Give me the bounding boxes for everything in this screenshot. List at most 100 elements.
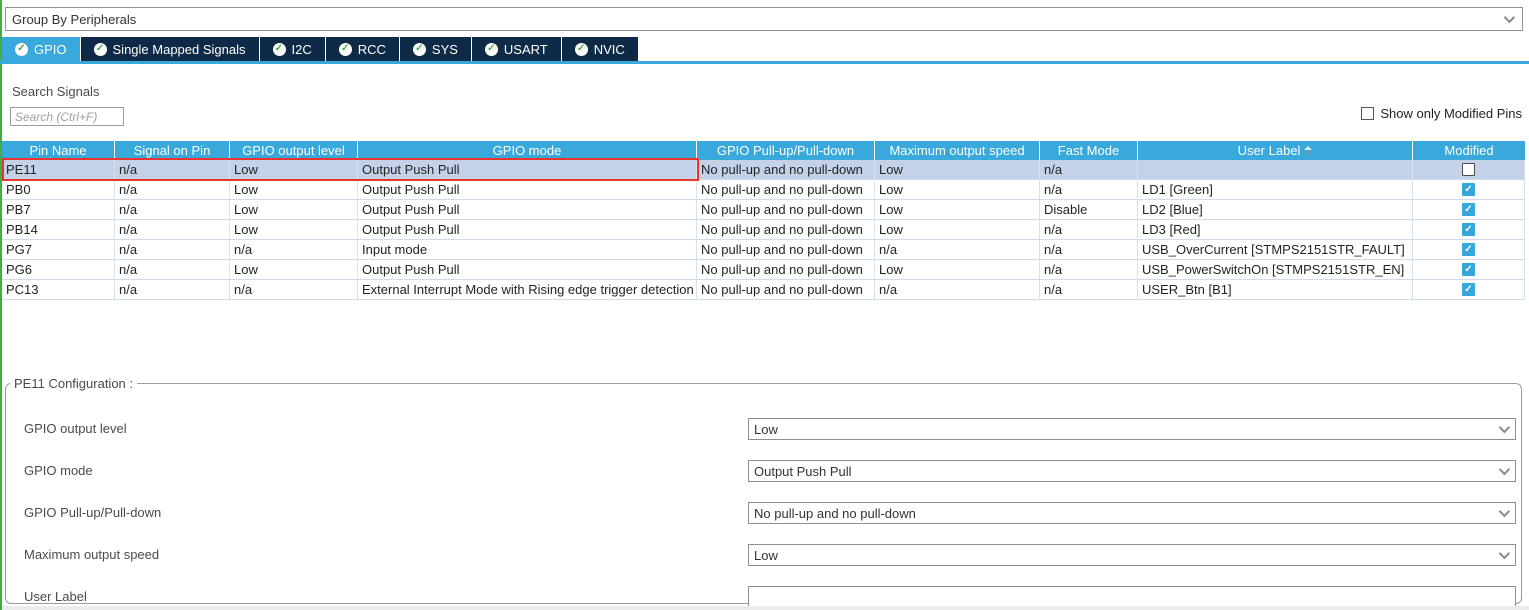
check-badge-icon: ✓ <box>273 43 286 56</box>
col-header-label: User Label <box>1238 143 1301 158</box>
cell-gpio-mode: External Interrupt Mode with Rising edge… <box>358 280 697 300</box>
config-field-gpio-mode: GPIO mode Output Push Pull <box>6 460 1521 482</box>
col-header-label: Signal on Pin <box>134 143 211 158</box>
col-header-label: GPIO Pull-up/Pull-down <box>717 143 854 158</box>
cell-maximum-output-speed: Low <box>875 180 1040 200</box>
col-header-signal-on-pin[interactable]: Signal on Pin <box>115 141 230 160</box>
table-row-pg7[interactable]: PG7n/an/aInput modeNo pull-up and no pul… <box>2 240 1525 260</box>
cell-gpio-mode: Output Push Pull <box>358 220 697 240</box>
tab-i2c[interactable]: ✓ I2C <box>260 37 325 61</box>
cell-modified: ✓ <box>1413 280 1525 300</box>
col-header-label: GPIO output level <box>242 143 345 158</box>
cell-signal-on-pin: n/a <box>115 200 230 220</box>
cell-modified: ✓ <box>1413 180 1525 200</box>
col-header-gpio-output-level[interactable]: GPIO output level <box>230 141 358 160</box>
table-row-pb0[interactable]: PB0n/aLowOutput Push PullNo pull-up and … <box>2 180 1525 200</box>
modified-checkbox[interactable]: ✓ <box>1462 283 1475 296</box>
cell-modified <box>1413 160 1525 180</box>
cell-gpio-output-level: Low <box>230 220 358 240</box>
col-header-gpio-mode[interactable]: GPIO mode <box>358 141 697 160</box>
modified-checkbox[interactable]: ✓ <box>1462 183 1475 196</box>
bottom-scroll-strip[interactable] <box>2 606 1529 610</box>
table-row-pb7[interactable]: PB7n/aLowOutput Push PullNo pull-up and … <box>2 200 1525 220</box>
cell-gpio-mode: Input mode <box>358 240 697 260</box>
panel-left-edge <box>0 0 2 610</box>
field-value: Output Push Pull <box>754 464 1499 479</box>
modified-checkbox[interactable]: ✓ <box>1462 203 1475 216</box>
cell-gpio-output-level: n/a <box>230 280 358 300</box>
col-header-fast-mode[interactable]: Fast Mode <box>1040 141 1138 160</box>
table-row-pg6[interactable]: PG6n/aLowOutput Push PullNo pull-up and … <box>2 260 1525 280</box>
cell-gpio-mode: Output Push Pull <box>358 160 697 180</box>
tab-nvic[interactable]: ✓ NVIC <box>562 37 638 61</box>
cell-gpio-output-level: Low <box>230 200 358 220</box>
table-row-pe11[interactable]: PE11n/aLowOutput Push PullNo pull-up and… <box>2 160 1525 180</box>
tab-sys[interactable]: ✓ SYS <box>400 37 471 61</box>
modified-checkbox[interactable]: ✓ <box>1462 243 1475 256</box>
gpio-mode-dropdown[interactable]: Output Push Pull <box>748 460 1516 482</box>
field-label: Maximum output speed <box>24 544 159 566</box>
chevron-down-icon <box>1504 12 1515 23</box>
tab-gpio[interactable]: ✓ GPIO <box>2 37 80 61</box>
cell-fast-mode: n/a <box>1040 280 1138 300</box>
field-label: GPIO mode <box>24 460 93 482</box>
field-label: GPIO Pull-up/Pull-down <box>24 502 161 524</box>
active-tab-underline <box>0 61 1529 64</box>
chevron-down-icon <box>1499 548 1510 559</box>
table-body: PE11n/aLowOutput Push PullNo pull-up and… <box>2 160 1525 300</box>
tab-usart[interactable]: ✓ USART <box>472 37 561 61</box>
cell-user-label: USER_Btn [B1] <box>1138 280 1413 300</box>
cell-gpio-pull-up-pull-down: No pull-up and no pull-down <box>697 200 875 220</box>
col-header-maximum-output-speed[interactable]: Maximum output speed <box>875 141 1040 160</box>
cell-signal-on-pin: n/a <box>115 280 230 300</box>
field-label: User Label <box>24 586 87 608</box>
table-row-pb14[interactable]: PB14n/aLowOutput Push PullNo pull-up and… <box>2 220 1525 240</box>
cell-gpio-pull-up-pull-down: No pull-up and no pull-down <box>697 180 875 200</box>
cell-maximum-output-speed: n/a <box>875 240 1040 260</box>
col-header-label: Modified <box>1444 143 1493 158</box>
cell-pin-name: PC13 <box>2 280 115 300</box>
show-only-modified-checkbox[interactable] <box>1361 107 1374 120</box>
gpio-pin-table: Pin Name Signal on Pin GPIO output level GP… <box>2 141 1525 300</box>
cell-gpio-pull-up-pull-down: No pull-up and no pull-down <box>697 160 875 180</box>
check-badge-icon: ✓ <box>575 43 588 56</box>
config-field-maximum-output-speed: Maximum output speed Low <box>6 544 1521 566</box>
cell-pin-name: PB0 <box>2 180 115 200</box>
group-by-value: Group By Peripherals <box>12 12 1504 27</box>
chevron-down-icon <box>1499 422 1510 433</box>
gpio-output-level-dropdown[interactable]: Low <box>748 418 1516 440</box>
cell-gpio-pull-up-pull-down: No pull-up and no pull-down <box>697 280 875 300</box>
gpio-pull-up-pull-down-dropdown[interactable]: No pull-up and no pull-down <box>748 502 1516 524</box>
col-header-gpio-pull-up-pull-down[interactable]: GPIO Pull-up/Pull-down <box>697 141 875 160</box>
search-input[interactable] <box>10 107 124 126</box>
cell-fast-mode: Disable <box>1040 200 1138 220</box>
col-header-label: Maximum output speed <box>889 143 1024 158</box>
cell-gpio-mode: Output Push Pull <box>358 260 697 280</box>
cell-modified: ✓ <box>1413 240 1525 260</box>
cell-gpio-output-level: Low <box>230 260 358 280</box>
cell-gpio-pull-up-pull-down: No pull-up and no pull-down <box>697 260 875 280</box>
maximum-output-speed-dropdown[interactable]: Low <box>748 544 1516 566</box>
cell-maximum-output-speed: n/a <box>875 280 1040 300</box>
modified-checkbox[interactable]: ✓ <box>1462 263 1475 276</box>
chevron-down-icon <box>1499 464 1510 475</box>
config-field-gpio-output-level: GPIO output levelLow <box>6 418 1521 440</box>
group-by-dropdown[interactable]: Group By Peripherals <box>5 7 1523 31</box>
cell-gpio-output-level: n/a <box>230 240 358 260</box>
col-header-modified[interactable]: Modified <box>1413 141 1525 160</box>
cell-pin-name: PB14 <box>2 220 115 240</box>
col-header-label: Pin Name <box>29 143 86 158</box>
cell-pin-name: PG7 <box>2 240 115 260</box>
config-field-gpio-pull-up-pull-down: GPIO Pull-up/Pull-down No pull-up and no … <box>6 502 1521 524</box>
tab-rcc[interactable]: ✓ RCC <box>326 37 399 61</box>
modified-checkbox[interactable]: ✓ <box>1462 223 1475 236</box>
table-row-pc13[interactable]: PC13n/an/aExternal Interrupt Mode with R… <box>2 280 1525 300</box>
cell-gpio-pull-up-pull-down: No pull-up and no pull-down <box>697 240 875 260</box>
col-header-user-label[interactable]: User Label <box>1138 141 1413 160</box>
pinout-configuration-panel: Group By Peripherals ✓ GPIO ✓ Single Map… <box>0 0 1529 610</box>
col-header-pin-name[interactable]: Pin Name <box>2 141 115 160</box>
tab-single-mapped-signals[interactable]: ✓ Single Mapped Signals <box>81 37 259 61</box>
user-label-input[interactable] <box>748 586 1516 608</box>
modified-checkbox[interactable] <box>1462 163 1475 176</box>
chevron-down-icon <box>1499 506 1510 517</box>
